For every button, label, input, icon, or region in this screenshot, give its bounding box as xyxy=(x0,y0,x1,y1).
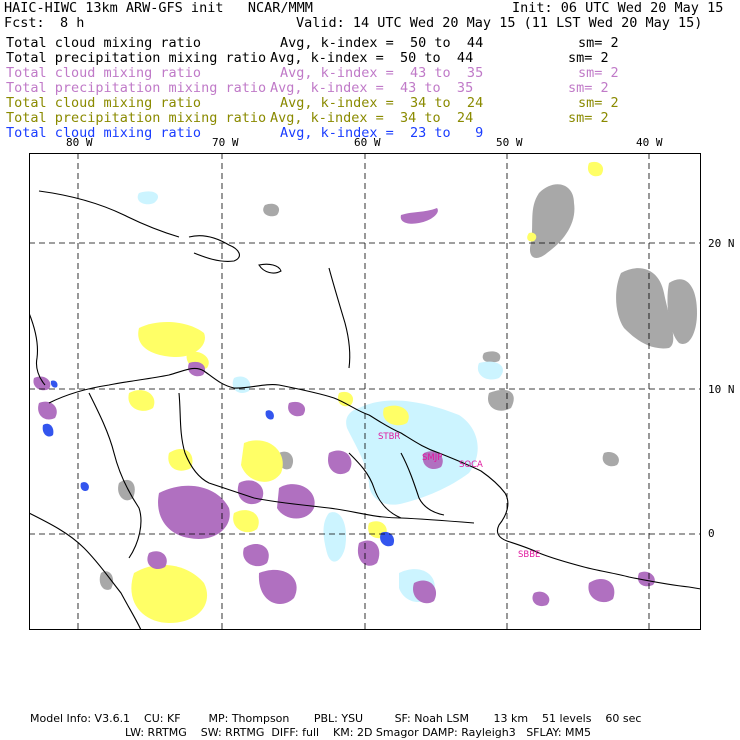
cuba-coast xyxy=(38,190,180,238)
puerto-rico-coast xyxy=(258,263,282,274)
cloud-patch xyxy=(532,591,550,607)
lon-label-50w: 50 W xyxy=(496,136,523,149)
lon-label-60w: 60 W xyxy=(354,136,381,149)
field-avg: Avg, k-index = 50 to 44 xyxy=(270,50,474,66)
cloud-patch xyxy=(328,450,352,475)
field-name: Total cloud mixing ratio xyxy=(6,125,202,141)
field-name: Total cloud mixing ratio xyxy=(6,35,202,51)
cloud-patch xyxy=(288,401,306,417)
fcst-label: Fcst: xyxy=(4,15,45,31)
hispaniola-coast xyxy=(188,235,240,262)
cloud-patch xyxy=(158,485,230,539)
ecuador-peru-border xyxy=(28,512,142,631)
header: HAIC-HIWC 13km ARW-GFS init NCAR/MMM Ini… xyxy=(0,0,740,150)
lat-label-20n: 20 N xyxy=(708,237,735,250)
map-panel: STBR SMJP SOCA SBBE xyxy=(28,153,702,631)
field-avg: Avg, k-index = 50 to 44 xyxy=(280,35,484,51)
title: HAIC-HIWC 13km ARW-GFS init NCAR/MMM xyxy=(4,0,313,16)
field-name: Total cloud mixing ratio xyxy=(6,65,202,81)
field-sm: sm= 2 xyxy=(568,80,609,96)
field-sm: sm= 2 xyxy=(578,95,619,111)
cloud-patch xyxy=(488,389,514,411)
cloud-patch xyxy=(33,376,51,391)
lesser-antilles xyxy=(328,267,351,369)
map-canvas xyxy=(28,153,702,631)
cloud-patch xyxy=(482,351,501,363)
cloud-patch xyxy=(168,448,193,471)
field-avg: Avg, k-index = 34 to 24 xyxy=(280,95,484,111)
model-info-line2: LW: RRTMG SW: RRTMG DIFF: full KM: 2D Sm… xyxy=(125,726,591,739)
cloud-patch xyxy=(529,184,575,258)
cloud-patch xyxy=(337,391,354,407)
lon-label-70w: 70 W xyxy=(212,136,239,149)
valid-time: Valid: 14 UTC Wed 20 May 15 (11 LST Wed … xyxy=(296,15,703,31)
cloud-patch xyxy=(233,510,259,533)
lat-label-0: 0 xyxy=(708,527,715,540)
init-time: Init: 06 UTC Wed 20 May 15 xyxy=(512,0,724,16)
cloud-patch xyxy=(258,569,297,605)
field-name: Total precipitation mixing ratio xyxy=(6,50,267,66)
field-avg: Avg, k-index = 23 to 9 xyxy=(280,125,484,141)
cloud-patch xyxy=(243,543,269,567)
cloud-patch xyxy=(346,400,478,505)
cloud-patch xyxy=(602,452,619,467)
graticule xyxy=(29,153,701,630)
cloud-patch xyxy=(131,564,208,623)
cloud-patch xyxy=(80,482,89,492)
cloud-patch xyxy=(128,390,155,411)
field-avg: Avg, k-index = 34 to 24 xyxy=(270,110,474,126)
cloud-patch xyxy=(50,380,58,388)
lon-label-40w: 40 W xyxy=(636,136,663,149)
fcst-value: 8 h xyxy=(60,15,85,31)
cloud-patch xyxy=(477,361,503,380)
cloud-patch xyxy=(323,512,347,562)
station-smjp: SMJP xyxy=(422,453,443,463)
field-avg: Avg, k-index = 43 to 35 xyxy=(280,65,484,81)
cloud-patch xyxy=(588,578,615,603)
cloud-patch xyxy=(357,540,380,566)
field-name: Total precipitation mixing ratio xyxy=(6,110,267,126)
field-sm: sm= 2 xyxy=(578,65,619,81)
colombia-border xyxy=(88,392,142,559)
field-sm: sm= 2 xyxy=(578,35,619,51)
field-sm: sm= 2 xyxy=(568,110,609,126)
model-info-line1: Model Info: V3.6.1 CU: KF MP: Thompson P… xyxy=(30,712,642,725)
cloud-patch xyxy=(263,203,280,217)
field-sm: sm= 2 xyxy=(568,50,609,66)
field-name: Total cloud mixing ratio xyxy=(6,95,202,111)
cloud-patch xyxy=(400,208,438,224)
cloud-patch xyxy=(527,232,537,242)
cyan-cloud-layer xyxy=(137,191,503,603)
lat-label-10n: 10 N xyxy=(708,383,735,396)
cloud-patch xyxy=(237,480,264,505)
cloud-patch xyxy=(587,161,604,177)
central-america-coast xyxy=(28,312,46,386)
cloud-patch xyxy=(277,484,315,519)
cloud-patch xyxy=(42,423,54,437)
cloud-patch xyxy=(265,410,274,420)
field-name: Total precipitation mixing ratio xyxy=(6,80,267,96)
station-sbbe: SBBE xyxy=(518,550,541,560)
lon-label-80w: 80 W xyxy=(66,136,93,149)
station-soca: SOCA xyxy=(459,460,483,470)
cloud-patch xyxy=(232,376,251,394)
field-avg: Avg, k-index = 43 to 35 xyxy=(270,80,474,96)
cloud-patch xyxy=(137,191,159,205)
cloud-patch xyxy=(241,440,283,482)
cloud-patch xyxy=(38,401,57,420)
station-stbr: STBR xyxy=(378,432,401,442)
cloud-patch xyxy=(616,268,674,349)
